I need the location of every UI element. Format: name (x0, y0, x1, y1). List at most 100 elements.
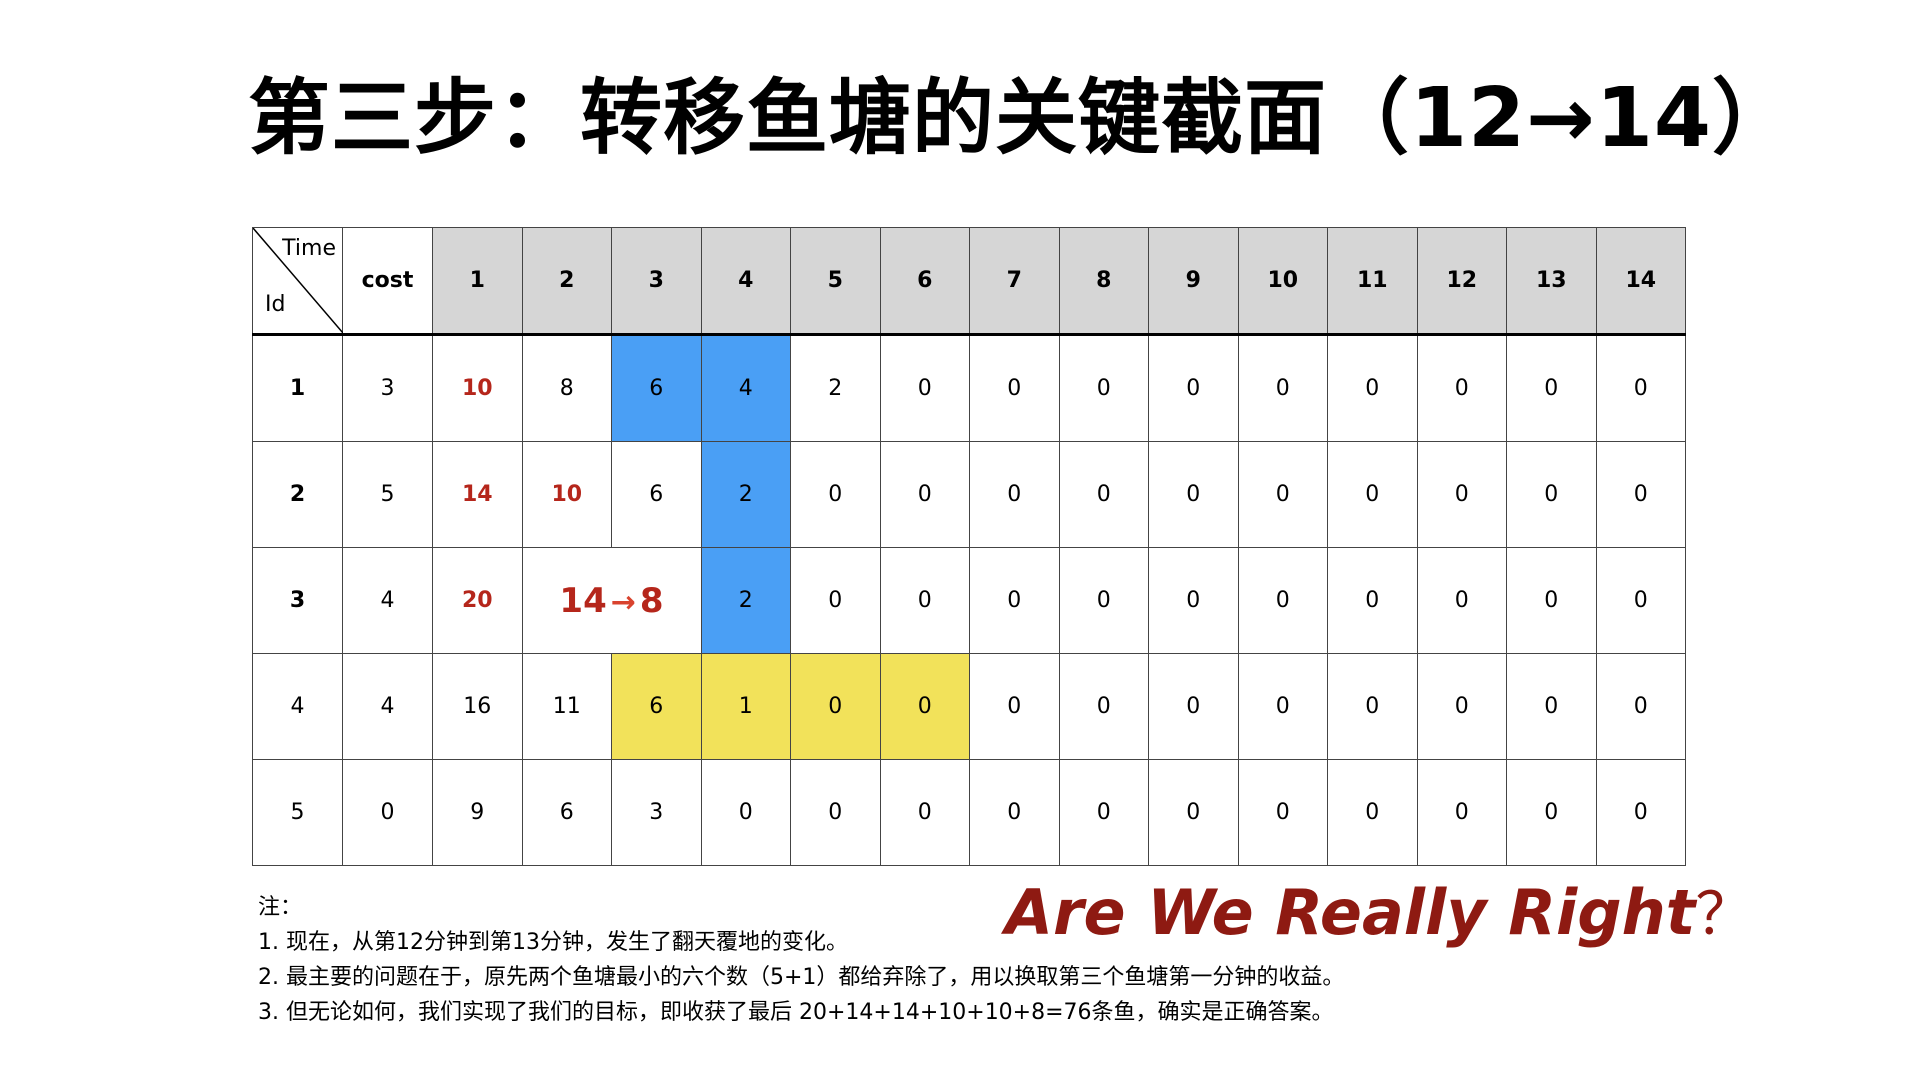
corner-time-label: Time (282, 236, 336, 261)
table-cell: 0 (1058, 441, 1149, 548)
table-cell: 14 (432, 441, 523, 548)
time-header-1: 1 (432, 227, 523, 335)
table-cell: 0 (1237, 653, 1328, 760)
table-cell: 0 (1595, 441, 1686, 548)
table-cell: 0 (1595, 653, 1686, 760)
table-cell: 6 (611, 441, 702, 548)
table-cell: 0 (1506, 759, 1597, 866)
time-header-4: 4 (700, 227, 791, 335)
corner-header-cell: Time Id (252, 227, 343, 335)
table-cell: 0 (1237, 759, 1328, 866)
table-cell: 0 (1416, 547, 1507, 654)
arrow-right-icon: → (610, 584, 636, 620)
table-cell: 0 (1595, 334, 1686, 442)
table-cell: 10 (521, 441, 612, 548)
row-cost: 3 (342, 334, 433, 442)
question-text: Are We Really Right (1005, 876, 1696, 949)
table-cell: 0 (969, 441, 1060, 548)
table-cell: 0 (969, 547, 1060, 654)
table-cell: 0 (1506, 334, 1597, 442)
time-header-5: 5 (790, 227, 881, 335)
time-header-9: 9 (1148, 227, 1239, 335)
note-item-2: 2. 最主要的问题在于，原先两个鱼塘最小的六个数（5+1）都给弃除了，用以换取第… (258, 965, 1345, 990)
table-cell: 0 (1148, 334, 1239, 442)
table-cell: 0 (879, 759, 970, 866)
table-cell: 0 (1058, 334, 1149, 442)
row-id: 5 (252, 759, 343, 866)
table-cell-old-value: 14 (559, 580, 607, 621)
table-cell: 0 (790, 441, 881, 548)
table-cell: 0 (1237, 547, 1328, 654)
table-cell: 0 (1148, 653, 1239, 760)
table-cell: 0 (1148, 759, 1239, 866)
table-cell: 6 (521, 759, 612, 866)
note-item-3: 3. 但无论如何，我们实现了我们的目标，即收获了最后 20+14+14+10+1… (258, 1000, 1334, 1025)
question-callout: Are We Really Right？ (1005, 867, 1753, 951)
table-cell: 0 (1506, 547, 1597, 654)
table-cell: 6 (611, 334, 702, 442)
table-cell: 16 (432, 653, 523, 760)
row-id: 2 (252, 441, 343, 548)
table-row: 2 5 14 10 6 2 0 0 0 0 0 0 0 0 0 0 (252, 441, 1686, 548)
table-cell: 0 (879, 547, 970, 654)
row-cost: 0 (342, 759, 433, 866)
table-cell: 2 (700, 441, 791, 548)
table-cell: 0 (790, 653, 881, 760)
row-cost: 5 (342, 441, 433, 548)
cost-header: cost (342, 227, 433, 335)
time-header-12: 12 (1416, 227, 1507, 335)
table-cell: 0 (1595, 547, 1686, 654)
time-header-10: 10 (1237, 227, 1328, 335)
table-cell: 0 (1416, 334, 1507, 442)
table-cell: 20 (432, 547, 523, 654)
table-row: 3 4 20 14 → 8 2 0 0 0 0 0 0 0 0 0 0 (252, 547, 1686, 654)
table-cell: 0 (1327, 547, 1418, 654)
table-cell: 4 (700, 334, 791, 442)
table-cell: 0 (1058, 653, 1149, 760)
question-mark: ？ (1695, 880, 1754, 948)
fish-pond-table: Time Id cost 1 2 3 4 5 6 7 8 9 10 11 12 … (252, 227, 1686, 866)
table-cell: 0 (1327, 441, 1418, 548)
time-header-11: 11 (1327, 227, 1418, 335)
table-cell: 8 (521, 334, 612, 442)
table-cell: 0 (1148, 441, 1239, 548)
table-cell: 0 (1506, 653, 1597, 760)
table-cell: 2 (700, 547, 791, 654)
table-cell: 6 (611, 653, 702, 760)
table-cell: 0 (790, 547, 881, 654)
row-cost: 4 (342, 547, 433, 654)
table-cell: 0 (1148, 547, 1239, 654)
corner-id-label: Id (265, 292, 286, 317)
table-cell: 0 (1237, 441, 1328, 548)
row-id: 4 (252, 653, 343, 760)
table-cell: 0 (879, 653, 970, 760)
table-cell: 0 (969, 653, 1060, 760)
table-cell: 0 (1058, 759, 1149, 866)
table-cell: 10 (432, 334, 523, 442)
table-cell: 0 (969, 759, 1060, 866)
table-cell: 0 (1416, 653, 1507, 760)
header-row: Time Id cost 1 2 3 4 5 6 7 8 9 10 11 12 … (252, 227, 1686, 335)
table-cell: 0 (1416, 759, 1507, 866)
table-cell: 0 (879, 334, 970, 442)
time-header-13: 13 (1506, 227, 1597, 335)
time-header-2: 2 (521, 227, 612, 335)
slide-title: 第三步：转移鱼塘的关键截面（12→14） (248, 71, 1795, 166)
table-cell: 11 (521, 653, 612, 760)
table-row: 5 0 9 6 3 0 0 0 0 0 0 0 0 0 0 0 (252, 759, 1686, 866)
row-cost: 4 (342, 653, 433, 760)
table-cell: 0 (700, 759, 791, 866)
table-cell: 9 (432, 759, 523, 866)
table-cell: 0 (969, 334, 1060, 442)
table-cell: 0 (1416, 441, 1507, 548)
time-header-14: 14 (1595, 227, 1686, 335)
time-header-6: 6 (879, 227, 970, 335)
transfer-cell: 14 → 8 (521, 547, 702, 654)
table-row: 1 3 10 8 6 4 2 0 0 0 0 0 0 0 0 0 (252, 334, 1686, 442)
table-cell: 0 (1327, 759, 1418, 866)
table-cell: 0 (1506, 441, 1597, 548)
row-id: 3 (252, 547, 343, 654)
table-cell: 0 (879, 441, 970, 548)
table-cell: 0 (1237, 334, 1328, 442)
table-cell: 1 (700, 653, 791, 760)
